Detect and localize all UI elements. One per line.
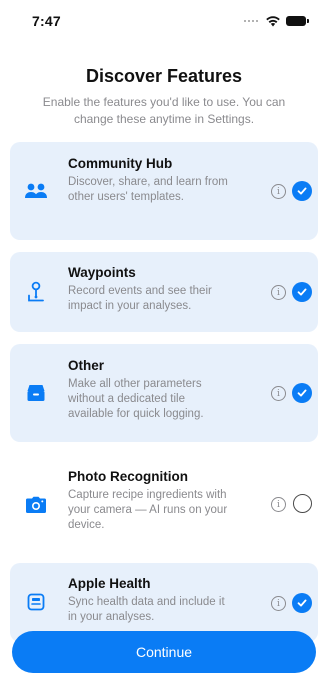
feature-title: Photo Recognition [68,469,188,484]
wifi-icon [266,16,280,27]
info-icon[interactable]: i [271,386,286,401]
continue-button[interactable]: Continue [12,631,316,673]
feature-description: Make all other parameters without a dedi… [68,378,204,420]
feature-title: Apple Health [68,576,151,591]
camera-icon [24,493,48,517]
battery-icon [286,16,309,26]
unchecked-circle-icon[interactable] [293,494,312,513]
feature-title: Waypoints [68,265,136,280]
enabled-checkmark-icon[interactable] [292,383,312,403]
feature-title: Other [68,358,105,373]
waypoint-icon [24,280,48,304]
people-icon [24,179,48,203]
feature-description: Record events and see their impact in yo… [68,285,212,312]
status-time: 7:47 [32,13,61,29]
status-indicators [244,15,309,27]
page-subtitle: Enable the features you'd like to use. Y… [42,95,286,126]
page-title: Discover Features [85,66,243,86]
feature-description: Discover, share, and learn from other us… [68,176,228,203]
info-icon[interactable]: i [271,285,286,300]
feature-card-waypoints[interactable]: Waypoints Record events and see their im… [10,252,318,332]
cellular-signal-icon [244,20,258,22]
feature-description: Capture recipe ingredients with your cam… [68,489,228,531]
enabled-checkmark-icon[interactable] [292,593,312,613]
status-bar: 7:47 [0,0,328,44]
feature-description: Sync health data and include it in your … [68,596,225,623]
tray-icon [24,381,48,405]
feature-title: Community Hub [68,156,173,171]
feature-card-photo-recognition[interactable]: Photo Recognition Capture recipe ingredi… [10,456,318,552]
info-icon[interactable]: i [271,497,286,512]
enabled-checkmark-icon[interactable] [292,181,312,201]
info-icon[interactable]: i [271,184,286,199]
feature-card-community-hub[interactable]: Community Hub Discover, share, and learn… [10,142,318,240]
health-record-icon [24,590,48,614]
feature-card-other[interactable]: Other Make all other parameters without … [10,344,318,442]
info-icon[interactable]: i [271,596,286,611]
enabled-checkmark-icon[interactable] [292,282,312,302]
